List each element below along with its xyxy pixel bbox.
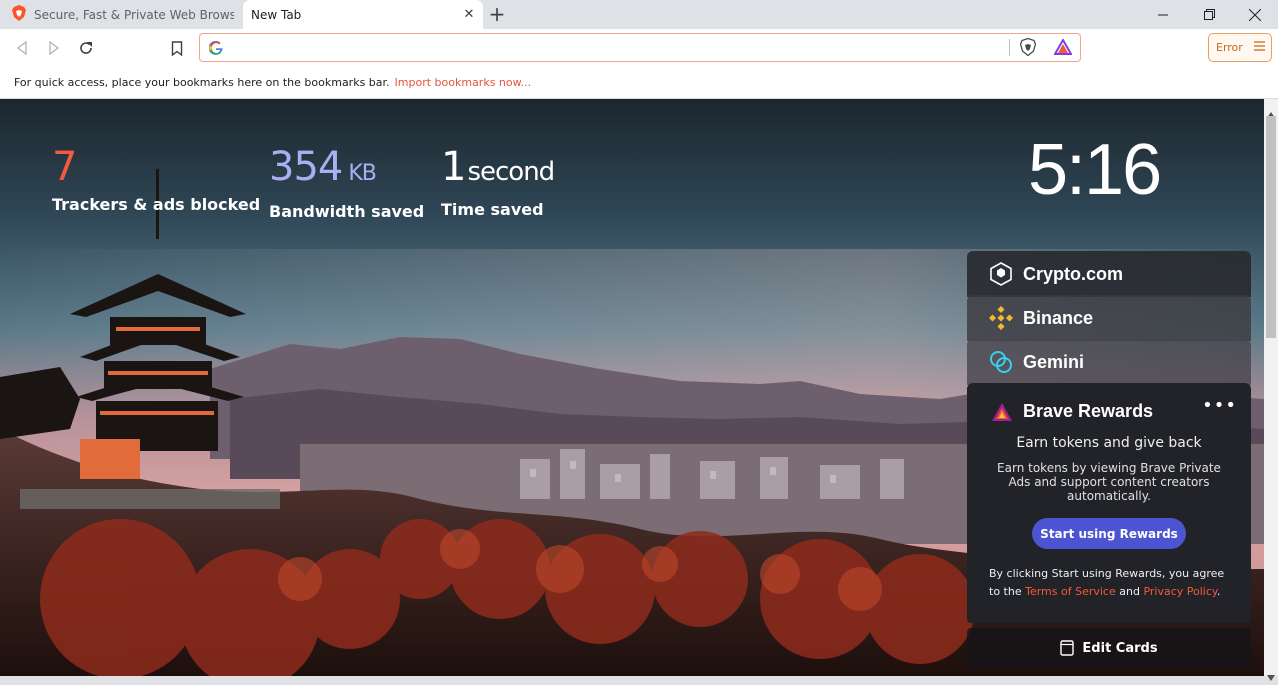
gemini-card[interactable]: Gemini <box>967 339 1251 385</box>
toolbar: Error <box>0 29 1278 67</box>
gemini-icon <box>989 350 1013 374</box>
bookmarks-bar: For quick access, place your bookmarks h… <box>0 67 1278 99</box>
page-scrollbar[interactable] <box>1264 99 1278 681</box>
bookmark-icon[interactable] <box>164 35 190 61</box>
import-bookmarks-link[interactable]: Import bookmarks now... <box>395 76 532 89</box>
omnibox-divider <box>1009 39 1010 56</box>
rewards-header: Brave Rewards <box>991 401 1153 422</box>
binance-label: Binance <box>1023 307 1094 328</box>
restore-icon[interactable] <box>1186 0 1232 29</box>
tab-strip: Secure, Fast & Private Web Browser wi Ne… <box>0 0 1278 29</box>
more-options-icon[interactable]: ••• <box>1202 395 1237 416</box>
bandwidth-value-row: 354 KB <box>269 145 424 196</box>
time-value-row: 1second <box>441 144 555 194</box>
close-tab-icon[interactable]: ✕ <box>459 5 479 25</box>
brave-shields-icon[interactable] <box>1019 37 1037 60</box>
legal-and: and <box>1115 585 1144 598</box>
time-value: 1 <box>441 144 466 190</box>
crypto-com-label: Crypto.com <box>1023 263 1124 284</box>
address-bar[interactable] <box>199 33 1081 62</box>
legal-period: . <box>1216 585 1221 598</box>
reload-icon[interactable] <box>73 35 99 61</box>
edit-cards-button[interactable]: Edit Cards <box>967 628 1251 668</box>
trackers-label: Trackers & ads blocked <box>52 195 261 214</box>
crypto-com-icon <box>989 262 1013 286</box>
rewards-subtitle: Earn tokens and give back <box>1016 435 1202 451</box>
bookmarks-hint: For quick access, place your bookmarks h… <box>14 76 390 89</box>
clock: 5:16 <box>1028 130 1162 210</box>
brave-lion-icon <box>12 5 26 24</box>
google-icon <box>208 40 223 59</box>
back-icon[interactable] <box>9 35 35 61</box>
tab-brave-website[interactable]: Secure, Fast & Private Web Browser wi <box>0 0 243 29</box>
binance-icon <box>989 306 1013 330</box>
scroll-thumb[interactable] <box>1266 116 1276 338</box>
time-label: Time saved <box>441 200 544 219</box>
time-unit: second <box>467 157 555 187</box>
error-label: Error <box>1216 41 1243 54</box>
terms-of-service-link[interactable]: Terms of Service <box>1025 585 1116 598</box>
brave-rewards-card: Brave Rewards ••• Earn tokens and give b… <box>967 383 1251 623</box>
address-input[interactable] <box>230 38 990 56</box>
edit-cards-label: Edit Cards <box>1082 640 1158 656</box>
forward-icon[interactable] <box>41 35 67 61</box>
bandwidth-value: 354 <box>269 144 343 190</box>
tab-title: New Tab <box>251 7 302 22</box>
new-tab-page: 7 Trackers & ads blocked 354 KB Bandwidth… <box>0 99 1264 676</box>
privacy-policy-link[interactable]: Privacy Policy <box>1143 585 1216 598</box>
time-stat: 1second Time saved <box>441 144 555 219</box>
start-using-rewards-button[interactable]: Start using Rewards <box>1032 518 1186 549</box>
bandwidth-stat: 354 KB Bandwidth saved <box>269 145 424 221</box>
minimize-icon[interactable] <box>1140 0 1186 29</box>
tab-title: Secure, Fast & Private Web Browser wi <box>34 7 234 22</box>
rewards-description: Earn tokens by viewing Brave Private Ads… <box>997 461 1221 503</box>
bandwidth-unit: KB <box>348 161 377 186</box>
hamburger-menu-icon <box>1253 41 1265 54</box>
rewards-title: Brave Rewards <box>1023 401 1154 421</box>
brave-rewards-icon[interactable] <box>1053 37 1073 59</box>
rewards-legal-text: By clicking Start using Rewards, you agr… <box>989 565 1233 601</box>
binance-card[interactable]: Binance <box>967 295 1251 341</box>
gemini-label: Gemini <box>1023 351 1085 372</box>
crypto-com-card[interactable]: Crypto.com <box>967 251 1251 297</box>
error-menu-button[interactable]: Error <box>1208 33 1272 62</box>
bandwidth-label: Bandwidth saved <box>269 202 425 221</box>
trackers-stat: 7 Trackers & ads blocked <box>52 145 260 214</box>
tab-new-tab[interactable]: New Tab ✕ <box>243 0 483 29</box>
edit-cards-icon <box>1060 640 1075 656</box>
new-tab-button[interactable]: + <box>486 2 508 26</box>
trackers-count: 7 <box>52 144 77 190</box>
bat-triangle-icon <box>991 402 1013 422</box>
close-window-icon[interactable] <box>1232 0 1278 29</box>
